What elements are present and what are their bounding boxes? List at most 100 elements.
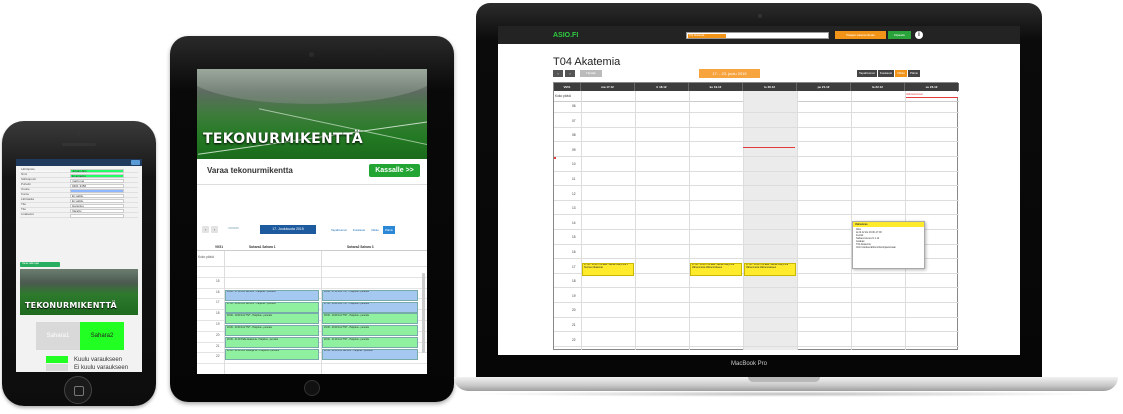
legend-included: Kuulu varaukseen — [46, 356, 122, 363]
allday-label: Koko päivä — [555, 94, 571, 98]
form-field[interactable]: 0401 3456 — [70, 183, 124, 188]
day-header[interactable]: ti 18.12 — [635, 83, 689, 91]
tablet-home-button[interactable] — [304, 380, 320, 396]
week-calendar: Vk51 ma 17.12 ti 18.12 ke 19.12 to 20.12 pe 2… — [553, 82, 959, 350]
scrollbar[interactable] — [422, 273, 425, 353]
date-range-label[interactable]: 17. Joulukuuta 2015 — [260, 225, 316, 234]
calendar-event[interactable]: 17:00 - 18:00 T04 akat. Valmennusryhmä V… — [690, 262, 742, 276]
today-button[interactable]: Tänään — [580, 70, 602, 77]
phone-field-tabs: Sahara1 Sahara2 — [36, 322, 124, 350]
calendar-event[interactable]: 19:00 - 20:00 FoV TNT - Harjoitus - peru… — [322, 325, 418, 337]
phone-home-button[interactable] — [64, 376, 92, 404]
laptop-lid-notch — [748, 377, 820, 382]
view-tab-kuukausi[interactable]: Kuukausi — [351, 226, 367, 234]
allday-row: Koko päivä — [197, 251, 427, 267]
divider — [197, 184, 427, 185]
calendar-event[interactable]: 16:00 - 17:00 FoV TNT - Harjoitus - peru… — [322, 289, 418, 301]
form-label: Lisätiedot — [21, 213, 34, 216]
form-label: Osoite — [21, 188, 30, 191]
login-button[interactable]: Kirjaudu — [888, 31, 911, 39]
phone-book-button[interactable]: Varaa valitut ajat — [20, 262, 60, 267]
tab-sahara1[interactable]: Sahara1 — [36, 322, 80, 350]
legend-excluded-swatch — [46, 364, 68, 371]
week-number: Vk51 — [554, 83, 581, 91]
form-field[interactable]: Ei valittu — [70, 198, 124, 203]
form-field[interactable] — [70, 213, 124, 218]
calendar-event[interactable]: 18:00 - 19:00 FoV TNT - Harjoitus - peru… — [225, 313, 319, 325]
search-input[interactable]: T04 Akatemia — [686, 32, 829, 39]
phone-menu-button[interactable] — [131, 160, 140, 165]
calendar-event[interactable]: 21:00 - 22:00 FoV BRJ/RV - Harjoitus - p… — [322, 348, 418, 360]
sunday-note[interactable]: Vaihtoehtoinen — [906, 92, 958, 98]
calendar-event[interactable]: 21:00 - 22:00 FoV Leikkijät 01 - Harjoit… — [225, 348, 319, 360]
calendar-event[interactable]: 17:00 - 18:00 FoV TNT - Harjoitus - peru… — [322, 301, 418, 313]
form-field[interactable] — [70, 188, 124, 193]
view-tab-tapahtumat[interactable]: Tapahtumat — [329, 226, 349, 234]
form-label: Sähköposti — [21, 178, 36, 181]
calendar-event[interactable]: 17:00 - 18:00 FoV BRJ/RV - Harjoitus - p… — [225, 301, 319, 313]
hour-label: 22 — [216, 354, 220, 359]
laptop-camera — [758, 14, 762, 18]
app-logo[interactable]: ASIO.FI — [553, 32, 578, 39]
day-header[interactable]: ma 17.12 — [581, 83, 635, 91]
hour-row: 07 — [554, 117, 959, 128]
next-arrow-icon[interactable]: › — [211, 226, 218, 233]
legend-included-swatch — [46, 356, 68, 363]
hour-row: 15 — [197, 278, 427, 289]
day-header[interactable]: to 20.12 — [743, 83, 797, 91]
hour-row: 12 — [554, 190, 959, 201]
event-popup-body: Aika: la 22.12 klo 16:00-17:00 Kenttä: Saha… — [853, 227, 924, 250]
prev-arrow-icon[interactable]: ‹ — [553, 70, 563, 77]
form-field[interactable]: Varattu — [70, 208, 124, 213]
calendar-event[interactable]: 17:00 - 18:00 T04 akat. Valmennusryhmä 1… — [582, 262, 634, 276]
hour-label: 17 — [572, 264, 576, 269]
view-tab-kuukausi[interactable]: Kuukausi — [877, 70, 895, 77]
calendar-search-button[interactable]: Tilaajan kalenterihaku — [835, 31, 886, 39]
calendar-event[interactable]: 16:00 - 17:00 FoV BRJ/RV - Harjoitus - p… — [225, 289, 319, 301]
view-tab-päivä[interactable]: Päivä — [382, 226, 395, 234]
form-field[interactable]: Harjoitus — [70, 203, 124, 208]
search-tag[interactable]: T04 Akatemia — [688, 34, 726, 38]
current-time-line — [743, 147, 795, 148]
next-arrow-icon[interactable]: › — [565, 70, 575, 77]
phone-screen: Asiakas / Jaiswal Laajat 21.12.2015 kauk… — [16, 159, 142, 372]
form-label: Lähtöaika — [21, 198, 35, 201]
day-header[interactable]: pe 21.12 — [797, 83, 851, 91]
form-field[interactable]: Ei annettu — [70, 173, 124, 178]
calendar-event[interactable]: 18:00 - 19:00 FoV TNT - Harjoitus - peru… — [322, 313, 418, 325]
hour-row: 08 — [554, 131, 959, 143]
day-header[interactable]: ke 19.12 — [689, 83, 743, 91]
tab-sahara2[interactable]: Sahara2 — [80, 322, 124, 350]
form-label: Puhelin — [21, 183, 32, 186]
hour-row: 18 — [554, 277, 959, 289]
checkout-button[interactable]: Kassalle >> — [369, 164, 420, 177]
hour-row: 13 — [554, 204, 959, 216]
info-icon[interactable]: i — [915, 31, 923, 39]
form-field[interactable]: Juhani Alin — [70, 168, 124, 173]
hour-row: 20 — [554, 306, 959, 318]
form-field[interactable]: matti.mei — [70, 178, 124, 183]
form-field[interactable]: Ei valittu — [70, 193, 124, 198]
phone-field-image: TEKONURMIKENTTÄ — [20, 269, 138, 315]
phone-booking-form: Lähtöpiste Juhani Alin Nimi Ei annettu Sähkö… — [20, 168, 138, 218]
calendar-event[interactable]: 20:00 - 21:00 FoV TNT - Harjoitus - peru… — [322, 337, 418, 348]
hour-label: 20 — [572, 308, 576, 313]
calendar-event[interactable]: 19:00 - 20:00 FoV TNT - Harjoitus - peru… — [225, 325, 319, 337]
view-tab-tapahtumat[interactable]: Tapahtumat — [857, 70, 877, 77]
calendar-event[interactable]: 17:00 - 18:00 T04 akat. Valmennusryhmä V… — [744, 262, 796, 276]
view-switcher: Tapahtumat Kuukausi Viikko Päivä — [329, 226, 395, 234]
today-button[interactable]: Tänään — [227, 227, 239, 231]
event-popup[interactable]: Valmennus Aika: la 22.12 klo 16:00-17:00 K… — [852, 221, 925, 269]
day-header[interactable]: la 22.12 — [851, 83, 905, 91]
date-range-label[interactable]: 17. - 23. joulu 2015 — [699, 69, 760, 78]
view-tab-päivä[interactable]: Päivä — [907, 70, 920, 77]
view-tab-viikko[interactable]: Viikko — [895, 70, 907, 77]
view-tab-viikko[interactable]: Viikko — [369, 226, 381, 234]
calendar-event[interactable]: 20:00 - 21:00 Pallo-Akatemia - Harjoitus… — [225, 337, 319, 348]
prev-arrow-icon[interactable]: ‹ — [202, 226, 209, 233]
form-row: Lisätiedot — [20, 213, 138, 218]
hour-row: 10 — [554, 160, 959, 172]
column-header-sahara1: Sahara1 Sahara 1 — [249, 245, 276, 249]
day-header[interactable]: su 23.12 — [905, 83, 959, 91]
calendar-header-row: VK51 Sahara1 Sahara 1 Sahara2 Sahara 3 — [197, 243, 427, 251]
